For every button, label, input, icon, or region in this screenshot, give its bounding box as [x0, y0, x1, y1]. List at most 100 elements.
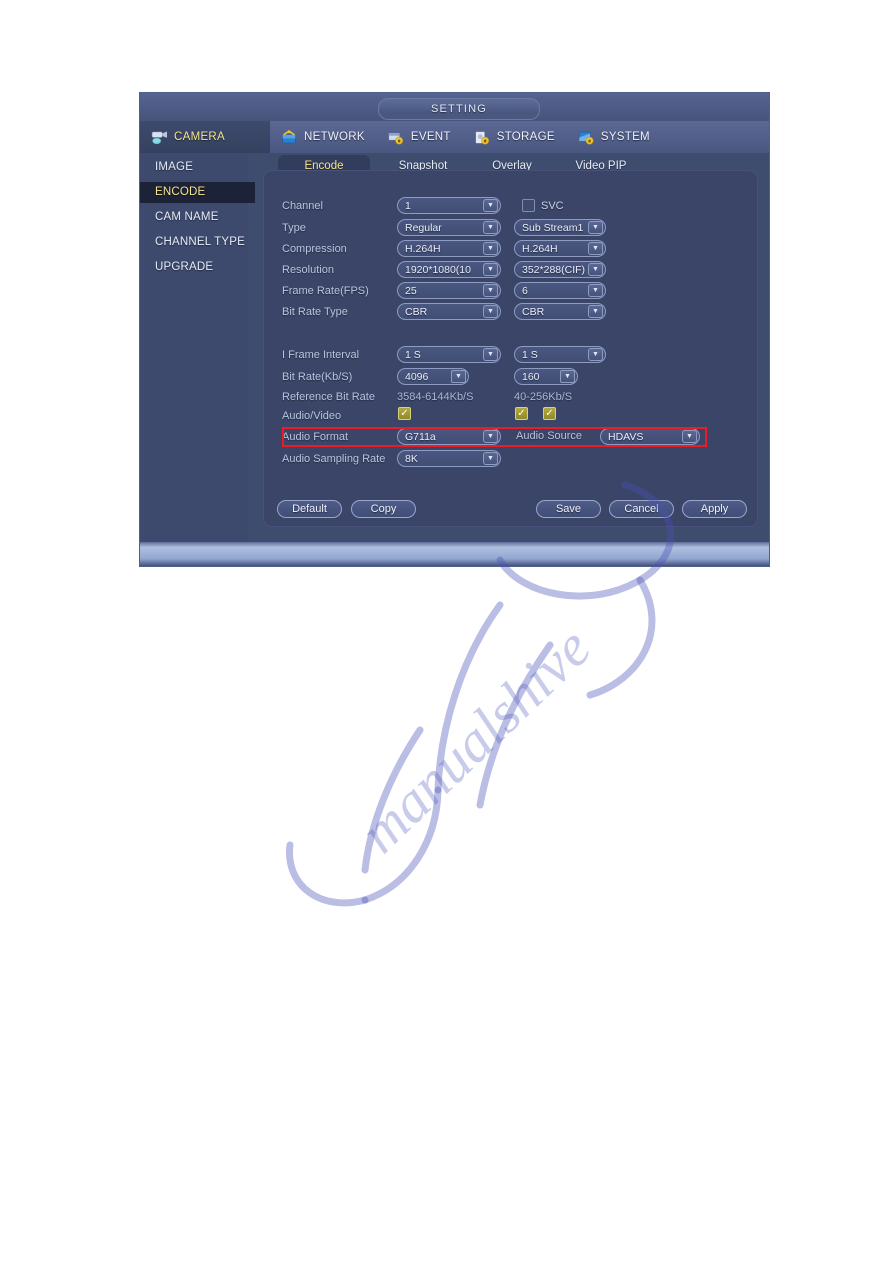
chevron-down-icon: ▼: [483, 221, 498, 234]
sidebar-item-channel-type[interactable]: CHANNEL TYPE: [140, 232, 248, 253]
menu-item-event[interactable]: EVENT: [377, 121, 463, 153]
setting-window: SETTING CAMERA NETWORK EVENT STORAGE SYS…: [140, 93, 769, 566]
apply-button[interactable]: Apply: [682, 500, 747, 518]
label-bit-rate: Bit Rate(Kb/S): [282, 371, 353, 383]
compression-main-value: H.264H: [405, 242, 441, 255]
event-icon: [387, 130, 405, 145]
chevron-down-icon: ▼: [588, 242, 603, 255]
window-titlebar: SETTING: [140, 93, 769, 121]
compression-main-dropdown[interactable]: H.264H ▼: [397, 240, 501, 257]
svc-checkbox[interactable]: [522, 199, 535, 212]
svc-label: SVC: [541, 200, 564, 212]
default-button[interactable]: Default: [277, 500, 342, 518]
label-frame-rate: Frame Rate(FPS): [282, 285, 369, 297]
chevron-down-icon: ▼: [483, 305, 498, 318]
label-channel: Channel: [282, 200, 323, 212]
menu-item-network[interactable]: NETWORK: [270, 121, 377, 153]
chevron-down-icon: ▼: [483, 348, 498, 361]
bit-rate-type-sub-value: CBR: [522, 305, 545, 318]
label-reference-bit-rate: Reference Bit Rate: [282, 391, 375, 403]
compression-sub-dropdown[interactable]: H.264H ▼: [514, 240, 606, 257]
bit-rate-type-sub-dropdown[interactable]: CBR ▼: [514, 303, 606, 320]
type-sub-dropdown[interactable]: Sub Stream1 ▼: [514, 219, 606, 236]
i-frame-interval-sub-dropdown[interactable]: 1 S ▼: [514, 346, 606, 363]
cancel-button[interactable]: Cancel: [609, 500, 674, 518]
sidebar-item-cam-name[interactable]: CAM NAME: [140, 207, 248, 228]
chevron-down-icon: ▼: [588, 221, 603, 234]
audio-source-dropdown[interactable]: HDAVS ▼: [600, 428, 700, 445]
frame-rate-main-dropdown[interactable]: 25 ▼: [397, 282, 501, 299]
i-frame-interval-sub-value: 1 S: [522, 348, 538, 361]
label-audio-source: Audio Source: [516, 430, 583, 442]
reference-bit-rate-sub-value: 40-256Kb/S: [514, 391, 573, 403]
encode-panel: SVC Channel 1 ▼ Type Regular ▼ Sub Strea…: [264, 171, 757, 526]
audio-video-main-checkbox[interactable]: ✓: [398, 407, 411, 420]
chevron-down-icon: ▼: [483, 430, 498, 443]
label-bit-rate-type: Bit Rate Type: [282, 306, 348, 318]
chevron-down-icon: ▼: [560, 370, 575, 383]
i-frame-interval-main-dropdown[interactable]: 1 S ▼: [397, 346, 501, 363]
chevron-down-icon: ▼: [483, 284, 498, 297]
encode-form: SVC Channel 1 ▼ Type Regular ▼ Sub Strea…: [264, 171, 757, 526]
channel-dropdown[interactable]: 1 ▼: [397, 197, 501, 214]
network-icon: [280, 129, 298, 145]
chevron-down-icon: ▼: [588, 284, 603, 297]
bit-rate-main-value: 4096: [405, 370, 429, 383]
chevron-down-icon: ▼: [451, 370, 466, 383]
label-compression: Compression: [282, 243, 347, 255]
chevron-down-icon: ▼: [682, 430, 697, 443]
reference-bit-rate-main-value: 3584-6144Kb/S: [397, 391, 474, 403]
camera-icon: [150, 130, 168, 145]
bit-rate-main-combo[interactable]: 4096 ▼: [397, 368, 469, 385]
system-icon: [577, 130, 595, 145]
sidebar-item-encode[interactable]: ENCODE: [140, 182, 255, 203]
window-bottom-bar: [140, 542, 769, 566]
chevron-down-icon: ▼: [588, 305, 603, 318]
channel-value: 1: [405, 199, 411, 212]
label-audio-sampling-rate: Audio Sampling Rate: [282, 453, 386, 465]
window-title: SETTING: [378, 98, 540, 120]
audio-video-sub-checkbox-1[interactable]: ✓: [515, 407, 528, 420]
svg-text:manualshive: manualshive: [347, 615, 603, 865]
bit-rate-sub-combo[interactable]: 160 ▼: [514, 368, 578, 385]
main-menubar[interactable]: CAMERA NETWORK EVENT STORAGE SYSTEM: [140, 121, 769, 153]
audio-format-value: G711a: [405, 430, 436, 443]
chevron-down-icon: ▼: [483, 452, 498, 465]
bit-rate-type-main-value: CBR: [405, 305, 428, 318]
menu-item-system[interactable]: SYSTEM: [567, 121, 662, 153]
type-main-dropdown[interactable]: Regular ▼: [397, 219, 501, 236]
compression-sub-value: H.264H: [522, 242, 558, 255]
menu-item-camera[interactable]: CAMERA: [140, 121, 270, 153]
type-sub-value: Sub Stream1: [522, 221, 584, 234]
audio-video-sub-checkbox-2[interactable]: ✓: [543, 407, 556, 420]
menu-item-storage[interactable]: STORAGE: [463, 121, 567, 153]
storage-icon: [473, 130, 491, 145]
label-resolution: Resolution: [282, 264, 334, 276]
sidebar-item-upgrade[interactable]: UPGRADE: [140, 257, 248, 278]
menu-label-network: NETWORK: [304, 131, 365, 143]
sidebar[interactable]: IMAGE ENCODE CAM NAME CHANNEL TYPE UPGRA…: [140, 153, 255, 542]
bit-rate-type-main-dropdown[interactable]: CBR ▼: [397, 303, 501, 320]
chevron-down-icon: ▼: [588, 348, 603, 361]
label-i-frame-interval: I Frame Interval: [282, 349, 360, 361]
menu-label-camera: CAMERA: [174, 131, 226, 143]
frame-rate-sub-dropdown[interactable]: 6 ▼: [514, 282, 606, 299]
save-button[interactable]: Save: [536, 500, 601, 518]
audio-sampling-rate-value: 8K: [405, 452, 418, 465]
resolution-main-dropdown[interactable]: 1920*1080(10 ▼: [397, 261, 501, 278]
copy-button[interactable]: Copy: [351, 500, 416, 518]
chevron-down-icon: ▼: [483, 199, 498, 212]
menu-label-event: EVENT: [410, 131, 451, 143]
audio-format-dropdown[interactable]: G711a ▼: [397, 428, 501, 445]
resolution-sub-dropdown[interactable]: 352*288(CIF) ▼: [514, 261, 606, 278]
bit-rate-sub-value: 160: [522, 370, 540, 383]
type-main-value: Regular: [405, 221, 442, 234]
label-audio-format: Audio Format: [282, 431, 349, 443]
label-type: Type: [282, 222, 306, 234]
sidebar-item-image[interactable]: IMAGE: [140, 157, 248, 178]
frame-rate-sub-value: 6: [522, 284, 528, 297]
chevron-down-icon: ▼: [483, 242, 498, 255]
audio-sampling-rate-dropdown[interactable]: 8K ▼: [397, 450, 501, 467]
label-audio-video: Audio/Video: [282, 410, 342, 422]
resolution-main-value: 1920*1080(10: [405, 263, 471, 276]
